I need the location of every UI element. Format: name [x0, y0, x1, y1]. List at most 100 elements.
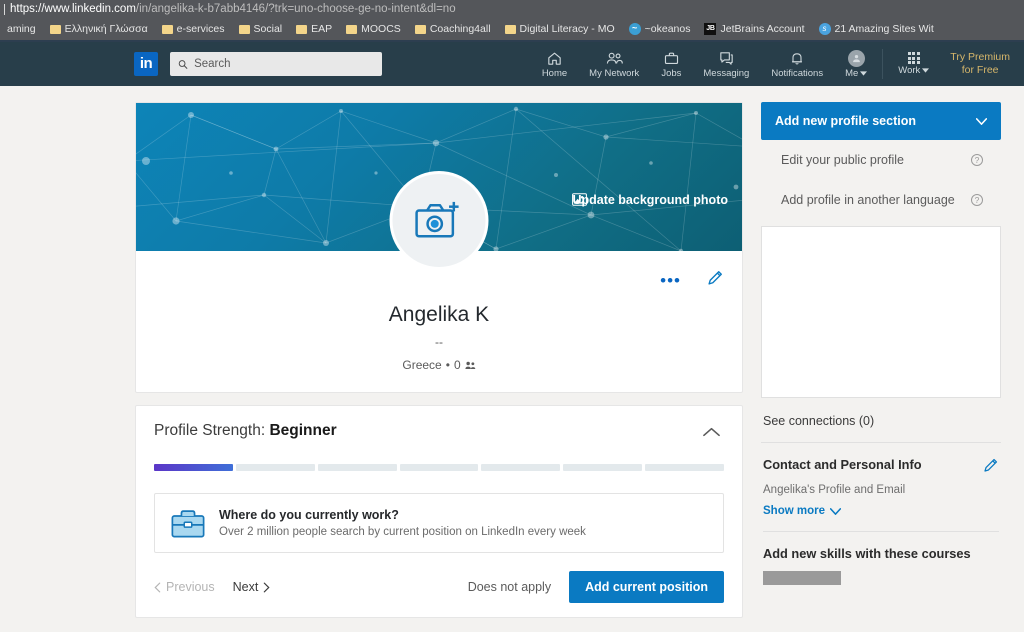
wave-icon — [628, 23, 641, 35]
next-button[interactable]: Next — [233, 580, 271, 594]
edit-profile-icon[interactable] — [707, 269, 724, 291]
bell-icon — [792, 52, 803, 64]
strength-label: Profile Strength: — [154, 422, 266, 439]
me-text: Me — [845, 67, 859, 79]
bookmark-label: 21 Amazing Sites Wit — [834, 23, 934, 35]
try-premium-link[interactable]: Try Premium for Free — [940, 51, 1024, 77]
bookmark-item[interactable]: s 21 Amazing Sites Wit — [812, 18, 941, 40]
chevron-down-icon — [922, 68, 930, 73]
bookmark-label: ~okeanos — [644, 23, 691, 35]
folder-icon — [504, 24, 516, 34]
people-icon — [606, 52, 623, 63]
nav-item-notifications-label: Notifications — [771, 67, 824, 79]
pencil-icon — [708, 271, 722, 285]
jetbrains-icon: JB — [704, 23, 717, 35]
nav-divider — [882, 49, 884, 79]
help-icon[interactable]: ? — [971, 154, 983, 166]
search-input[interactable] — [194, 58, 374, 70]
add-new-profile-section-button[interactable]: Add new profile section — [761, 102, 1001, 140]
help-icon[interactable]: ? — [971, 194, 983, 206]
collapse-button[interactable] — [699, 422, 724, 444]
nav-item-work[interactable]: Work — [887, 42, 940, 86]
bookmark-item[interactable]: e-services — [155, 18, 232, 40]
bookmark-item[interactable]: JB JetBrains Account — [697, 18, 811, 40]
course-placeholder — [763, 571, 841, 585]
folder-icon — [414, 24, 426, 34]
chevron-right-icon — [264, 582, 270, 592]
nav-item-jobs[interactable]: Jobs — [650, 42, 692, 86]
bookmark-item[interactable]: Ελληνική Γλώσσα — [43, 18, 155, 40]
meta-separator: • — [445, 358, 450, 372]
bookmark-label: e-services — [176, 23, 225, 35]
profile-location: Greece — [402, 358, 442, 372]
bookmark-item[interactable]: EAP — [289, 18, 339, 40]
folder-icon — [238, 24, 250, 34]
bookmark-item[interactable]: MOOCS — [339, 18, 408, 40]
connections-icon — [465, 361, 475, 369]
nav-item-me-label: Me — [845, 67, 868, 79]
next-label: Next — [232, 580, 259, 594]
nav-items: Home My Network Jobs Messaging Notificat… — [531, 42, 1024, 86]
bookmark-item[interactable]: Digital Literacy - MO — [498, 18, 622, 40]
bookmark-label: Coaching4all — [429, 23, 491, 35]
avatar — [847, 49, 865, 67]
progress-segment — [235, 464, 315, 471]
progress-segment — [317, 464, 397, 471]
folder-icon — [161, 24, 173, 34]
strength-prompt-card: Where do you currently work? Over 2 mill… — [154, 493, 724, 553]
nav-item-messaging[interactable]: Messaging — [692, 42, 760, 86]
browser-chrome: https://www.linkedin.com/in/angelika-k-b… — [0, 0, 1024, 42]
nav-item-my-network[interactable]: My Network — [578, 42, 650, 86]
folder-icon — [296, 24, 308, 34]
see-connections-link[interactable]: See connections (0) — [761, 398, 1001, 442]
message-icon — [720, 51, 733, 65]
previous-button[interactable]: Previous — [154, 580, 215, 594]
edit-contact-info-icon[interactable] — [983, 457, 999, 478]
more-options-icon[interactable]: ••• — [660, 272, 681, 289]
bookmark-item[interactable]: aming — [0, 18, 43, 40]
progress-segment — [481, 464, 561, 471]
bookmark-item[interactable]: Social — [232, 18, 290, 40]
profile-strength-progress — [154, 464, 725, 471]
show-more-button[interactable]: Show more — [763, 505, 999, 517]
contact-info-section: Contact and Personal Info Angelika's Pro… — [761, 443, 1001, 585]
prompt-text: Where do you currently work? Over 2 mill… — [219, 508, 586, 538]
edit-public-profile-link[interactable]: Edit your public profile ? — [761, 140, 1001, 180]
linkedin-logo-icon[interactable]: in — [134, 52, 158, 76]
nav-item-jobs-label: Jobs — [661, 67, 682, 79]
progress-segment — [563, 464, 643, 471]
bookmark-label: Ελληνική Γλώσσα — [64, 23, 148, 35]
profile-meta: Greece • 0 — [154, 358, 724, 372]
nav-item-notifications[interactable]: Notifications — [760, 42, 834, 86]
add-language-label: Add profile in another language — [781, 193, 955, 207]
contact-info-subtitle: Angelika's Profile and Email — [763, 484, 906, 496]
nav-item-me[interactable]: Me — [834, 42, 878, 86]
bookmark-item[interactable]: Coaching4all — [408, 18, 498, 40]
search-icon — [178, 59, 188, 69]
image-icon — [572, 193, 588, 206]
profile-strength-card: Profile Strength: Beginner Where do you … — [135, 405, 743, 618]
profile-body: ••• Angelika K -- Greece • 0 — [136, 171, 742, 392]
bookmark-item[interactable]: ~okeanos — [622, 18, 698, 40]
person-icon — [852, 54, 860, 62]
add-profile-language-link[interactable]: Add profile in another language ? — [761, 180, 1001, 220]
prompt-subtitle: Over 2 million people search by current … — [219, 526, 586, 538]
add-current-position-button[interactable]: Add current position — [569, 571, 724, 603]
search-box[interactable] — [170, 52, 382, 76]
briefcase-icon — [664, 52, 678, 64]
chevron-down-icon — [976, 117, 987, 125]
does-not-apply-link[interactable]: Does not apply — [468, 580, 551, 594]
address-bar[interactable]: https://www.linkedin.com/in/angelika-k-b… — [0, 0, 1024, 18]
sidebar: Add new profile section Edit your public… — [761, 102, 1001, 618]
briefcase-icon — [171, 509, 205, 537]
update-background-photo-button[interactable]: Update background photo — [572, 193, 728, 207]
folder-icon — [346, 24, 358, 34]
profile-photo-upload[interactable] — [389, 171, 489, 270]
chevron-up-icon — [703, 427, 720, 437]
url-domain: https://www.linkedin.com — [10, 3, 136, 15]
edit-public-profile-label: Edit your public profile — [781, 153, 904, 167]
pencil-icon — [984, 458, 998, 472]
nav-item-home[interactable]: Home — [531, 42, 578, 86]
bookmarks-bar: aming Ελληνική Γλώσσα e-services Social EAP M… — [0, 18, 1024, 40]
bookmark-label: Social — [253, 23, 283, 35]
